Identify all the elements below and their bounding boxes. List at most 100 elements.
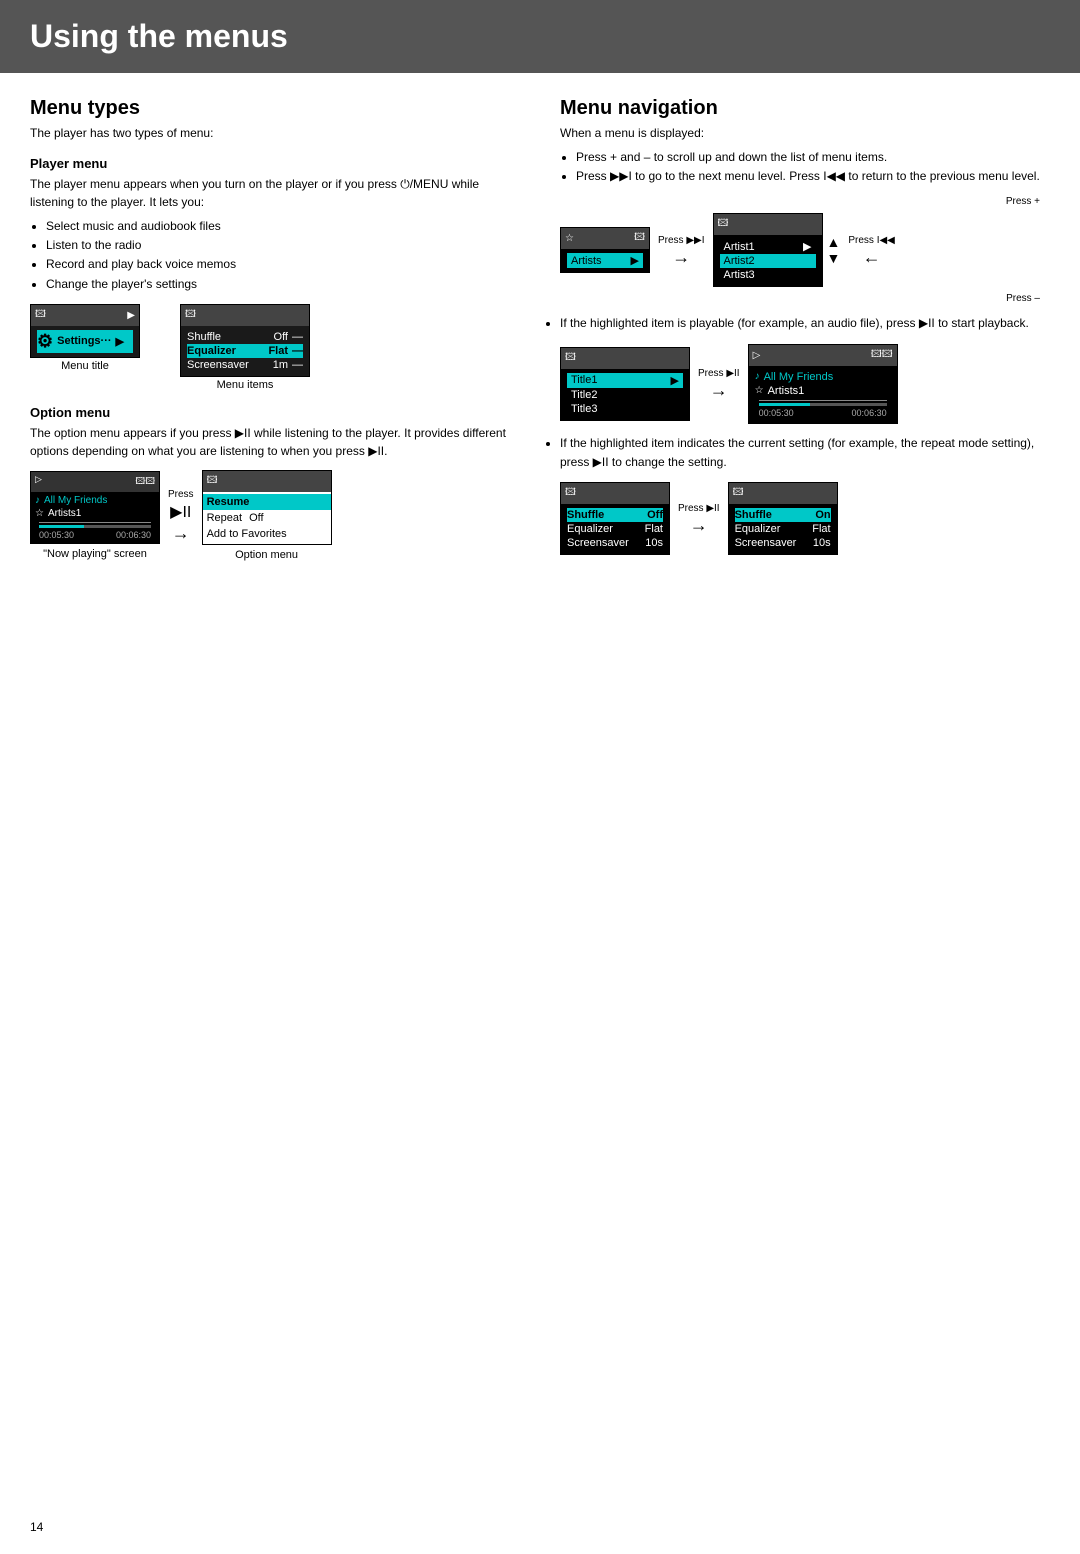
right-arrow2: → (672, 248, 690, 266)
pb-timebar: 00:05:30 00:06:30 (755, 407, 891, 419)
menu-nav-subtitle: When a menu is displayed: (560, 124, 1050, 142)
artist-list-container: 🖾 Artist1 ▶ Artist2 (713, 213, 841, 287)
artists-screen-container: ☆ 🖾 Artists ▶ (560, 227, 650, 273)
divider (39, 522, 151, 523)
progress-bar (39, 525, 151, 528)
option-menu-container: 🖾 Resume Repeat Off Add to Favorites Opt… (202, 470, 332, 561)
shuffle-before-screen: 🖾 Shuffle Off Equalizer Flat Screensaver (560, 482, 670, 555)
menu-diagram: 🖾 ▶ ⚙ Settings ··· ▶ Menu title (30, 304, 520, 391)
bullet1: Press + and – to scroll up and down the … (576, 148, 1050, 167)
option-diagram: ▷ 🖾🖾 ♪ All My Friends ☆ Artists1 (30, 470, 520, 561)
list-item: Record and play back voice memos (46, 255, 520, 274)
playback-header: ▷ 🖾🖾 (749, 345, 897, 366)
now-playing-container: ▷ 🖾🖾 ♪ All My Friends ☆ Artists1 (30, 471, 160, 560)
right-column: Menu navigation When a menu is displayed… (560, 97, 1050, 571)
header-icon: 🖾 (35, 307, 46, 324)
pb-title2: Artists1 (768, 385, 805, 397)
artist2-row: Artist2 (720, 254, 816, 268)
right-arrow: → (172, 524, 190, 542)
pb-play-icon: ▷ (753, 350, 761, 361)
press-play-area2: Press ▶II → (678, 503, 720, 534)
shuffle-before-header: 🖾 (561, 483, 669, 504)
settings-screen-container: 🖾 ▶ ⚙ Settings ··· ▶ Menu title (30, 304, 140, 372)
sa-header-icon: 🖾 (733, 485, 744, 502)
shuffle-after-screen: 🖾 Shuffle On Equalizer Flat Screensaver (728, 482, 838, 555)
header-icon3: 🖾 (207, 473, 218, 490)
now-playing-header: ▷ 🖾🖾 (31, 472, 159, 492)
menu-types-heading: Menu types (30, 97, 520, 120)
header-icon2: 🖾 (185, 307, 196, 324)
artists-header-icon: 🖾 (634, 230, 645, 247)
right-arrow3: → (710, 381, 728, 399)
now-playing-label: "Now playing" screen (30, 548, 160, 560)
artist-list-header-icon: 🖾 (718, 216, 729, 233)
sb-ss-row: Screensaver 10s (567, 536, 663, 550)
menu-types-subtitle: The player has two types of menu: (30, 124, 520, 142)
list-item: Listen to the radio (46, 236, 520, 255)
star-nav-icon: ☆ (565, 233, 574, 244)
sa-shuffle-row: Shuffle On (735, 508, 831, 522)
title2-row: Title2 (567, 388, 683, 402)
shuffle-after-container: 🖾 Shuffle On Equalizer Flat Screensaver (728, 482, 838, 555)
artist-list-body: Artist1 ▶ Artist2 Artist3 (714, 235, 822, 286)
play-arrow-icon: ▶II (170, 502, 191, 522)
artist-list-header: 🖾 (714, 214, 822, 235)
title-list-screen: 🖾 Title1 ▶ Title2 Title3 (560, 347, 690, 421)
menu-items-screen: 🖾 Shuffle Off — Equalizer Flat — (180, 304, 310, 377)
pb-note-icon: ♪ (755, 371, 760, 382)
press-minus-label: Press – (560, 293, 1050, 304)
settings-label: Settings (57, 335, 100, 347)
main-content: Menu types The player has two types of m… (0, 97, 1080, 571)
press-rew-area: Press I◀◀ ← (848, 235, 895, 266)
press-rew-label: Press I◀◀ (848, 235, 895, 246)
add-favorites-row: Add to Favorites (203, 526, 331, 542)
press-plus-label: Press + (560, 196, 1050, 207)
pb-fill (759, 403, 810, 406)
setting-diagram: 🖾 Shuffle Off Equalizer Flat Screensaver (560, 482, 1050, 555)
page-title: Using the menus (30, 18, 1050, 55)
pb-title1: All My Friends (764, 371, 834, 383)
shuffle-before-body: Shuffle Off Equalizer Flat Screensaver 1… (561, 504, 669, 554)
press-ff-area: Press ▶▶I → (658, 235, 705, 266)
header-arrow: ▶ (127, 310, 135, 321)
settings-screen: 🖾 ▶ ⚙ Settings ··· ▶ (30, 304, 140, 358)
time-end: 00:06:30 (116, 530, 151, 540)
nav-diagram-top: Press + ☆ 🖾 Artists ▶ (560, 196, 1050, 304)
artists-header: ☆ 🖾 (561, 228, 649, 249)
artists-row: Artists ▶ (567, 253, 643, 268)
sb-eq-row: Equalizer Flat (567, 522, 663, 536)
settings-arrow: ▶ (116, 335, 124, 348)
menu-items-header: 🖾 (181, 305, 309, 326)
pb-star-icon: ☆ (755, 385, 764, 396)
scroll-down-icon: ▼ (827, 250, 841, 266)
progress-fill (39, 525, 84, 528)
option-menu-screen: 🖾 Resume Repeat Off Add to Favorites (202, 470, 332, 545)
shuffle-before-container: 🖾 Shuffle Off Equalizer Flat Screensaver (560, 482, 670, 555)
artists-screen: ☆ 🖾 Artists ▶ (560, 227, 650, 273)
left-arrow: ← (863, 248, 881, 266)
resume-row: Resume (203, 494, 331, 510)
np-icons: 🖾🖾 (135, 474, 155, 490)
sa-eq-row: Equalizer Flat (735, 522, 831, 536)
playback-body: ♪ All My Friends ☆ Artists1 00:05:30 (749, 366, 897, 423)
bullet4-list: If the highlighted item indicates the cu… (560, 434, 1050, 472)
list-item: Select music and audiobook files (46, 217, 520, 236)
scroll-up-icon: ▲ (827, 234, 841, 250)
pb-divider (759, 400, 887, 401)
settings-screen-body: ⚙ Settings ··· ▶ (31, 326, 139, 357)
list-item: Change the player's settings (46, 275, 520, 294)
page-header: Using the menus (0, 0, 1080, 73)
option-menu-body: Resume Repeat Off Add to Favorites (203, 492, 331, 544)
now-playing-body: ♪ All My Friends ☆ Artists1 00:05:30 (31, 492, 159, 543)
title3-row: Title3 (567, 402, 683, 416)
sb-shuffle-row: Shuffle Off (567, 508, 663, 522)
bullet3: If the highlighted item is playable (for… (560, 314, 1050, 333)
now-playing-screen: ▷ 🖾🖾 ♪ All My Friends ☆ Artists1 (30, 471, 160, 544)
np-row1: ♪ All My Friends (35, 494, 155, 507)
menu-items-body: Shuffle Off — Equalizer Flat — Screensav… (181, 326, 309, 376)
left-column: Menu types The player has two types of m… (30, 97, 520, 571)
note-icon: ♪ (35, 495, 40, 506)
repeat-row: Repeat Off (203, 510, 331, 526)
press-area: Press ▶II → (168, 489, 194, 542)
artist-list-screen: 🖾 Artist1 ▶ Artist2 (713, 213, 823, 287)
